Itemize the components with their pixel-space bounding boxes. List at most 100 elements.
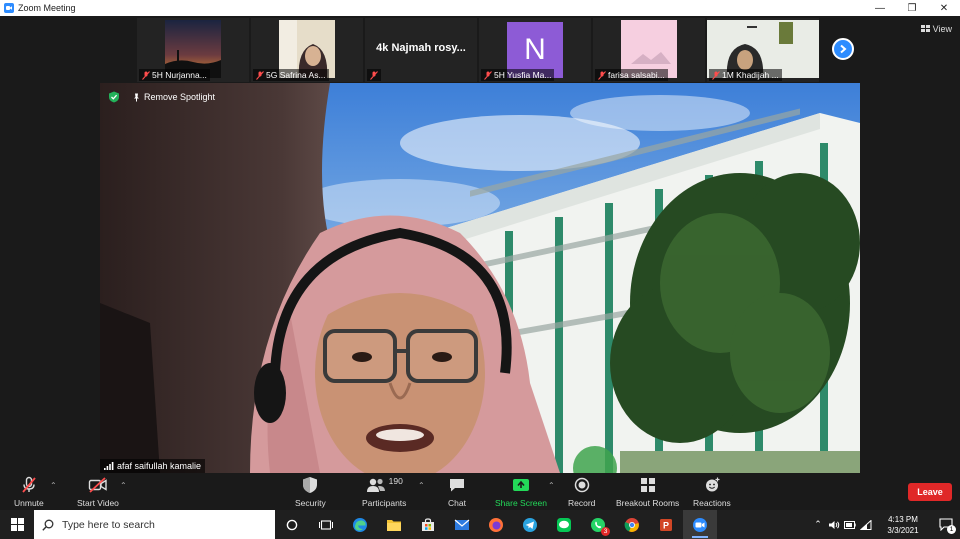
participant-name: 5G Safrina As... <box>266 70 326 80</box>
participant-thumbnail[interactable]: 5H Nurjanna... <box>137 18 249 82</box>
participant-thumbnail[interactable]: 5G Safrina As... <box>251 18 363 82</box>
leave-button[interactable]: Leave <box>908 483 952 501</box>
start-button[interactable] <box>0 510 34 539</box>
start-video-label: Start Video <box>77 498 119 508</box>
taskbar-firefox[interactable] <box>479 510 513 539</box>
reactions-label: Reactions <box>693 498 731 508</box>
remove-spotlight-button[interactable]: Remove Spotlight <box>132 92 215 102</box>
shield-icon <box>303 477 318 493</box>
taskbar-mail[interactable] <box>445 510 479 539</box>
audio-options-caret-icon[interactable]: ⌃ <box>50 481 57 490</box>
participant-display-name: 4k Najmah rosy... <box>376 42 466 54</box>
participant-thumbnail[interactable]: N 5H Yusfia Ma... <box>479 18 591 82</box>
wifi-icon[interactable] <box>858 510 874 539</box>
search-icon <box>42 519 54 531</box>
taskbar-powerpoint[interactable]: P <box>649 510 683 539</box>
breakout-rooms-button[interactable]: Breakout Rooms <box>616 475 679 508</box>
powerpoint-icon: P <box>660 518 672 531</box>
cortana-button[interactable] <box>275 510 309 539</box>
chat-button[interactable]: Chat <box>448 475 466 508</box>
participants-button[interactable]: 190 Participants <box>362 475 406 508</box>
security-button[interactable]: Security <box>295 475 326 508</box>
record-label: Record <box>568 498 596 508</box>
view-button[interactable]: View <box>920 24 952 34</box>
minimize-icon[interactable]: — <box>864 0 896 16</box>
edge-browser-icon <box>353 517 367 532</box>
mic-muted-icon <box>712 70 720 80</box>
participant-name: farisa salsabi... <box>608 70 665 80</box>
participant-thumbnail[interactable]: 4k Najmah rosy... <box>365 18 477 82</box>
cortana-circle-icon <box>286 519 298 530</box>
share-screen-button[interactable]: Share Screen <box>495 475 547 508</box>
share-screen-label: Share Screen <box>495 498 547 508</box>
chevron-right-icon <box>840 44 847 54</box>
zoom-app: Zoom Meeting — ❐ ✕ 5H Nurjanna... 5G Saf… <box>0 0 960 539</box>
show-hidden-icons-chevron-icon[interactable]: ⌃ <box>810 510 826 539</box>
taskbar-search[interactable] <box>34 510 275 539</box>
taskbar-chrome[interactable] <box>615 510 649 539</box>
notification-count: 1 <box>947 525 956 534</box>
close-icon[interactable]: ✕ <box>928 0 960 16</box>
search-input[interactable] <box>62 518 262 531</box>
restore-icon[interactable]: ❐ <box>896 0 928 16</box>
windows-logo-icon <box>10 518 24 531</box>
volume-icon[interactable] <box>826 510 842 539</box>
reactions-button[interactable]: Reactions <box>693 475 731 508</box>
clock-time: 4:13 PM <box>888 514 918 524</box>
zoom-app-icon <box>693 517 707 532</box>
taskbar-line[interactable] <box>547 510 581 539</box>
record-button[interactable]: Record <box>568 475 595 508</box>
taskbar-whatsapp[interactable]: 3 <box>581 510 615 539</box>
chat-label: Chat <box>448 498 466 508</box>
chat-icon <box>450 479 464 492</box>
meeting-area: 5H Nurjanna... 5G Safrina As... 4k Najma… <box>0 16 960 473</box>
mic-muted-icon <box>22 476 36 493</box>
reactions-smiley-icon <box>705 477 720 492</box>
share-options-caret-icon[interactable]: ⌃ <box>548 481 555 490</box>
speaker-video-frame <box>100 83 860 473</box>
security-label: Security <box>295 498 326 508</box>
mic-muted-icon <box>142 70 150 80</box>
participant-thumbnail[interactable]: farisa salsabi... <box>593 18 705 82</box>
next-page-button[interactable] <box>832 38 854 60</box>
action-center-button[interactable]: 1 <box>932 510 960 539</box>
taskbar-clock[interactable]: 4:13 PM 3/3/2021 <box>874 514 932 536</box>
firefox-icon <box>489 517 503 532</box>
taskbar-store[interactable] <box>411 510 445 539</box>
line-app-icon <box>557 517 571 532</box>
participants-label: Participants <box>362 498 407 508</box>
participant-name: 5H Yusfia Ma... <box>494 70 552 80</box>
breakout-rooms-icon <box>640 478 655 492</box>
speaker-name-tag: afaf saifullah kamalie <box>100 459 206 473</box>
taskbar-zoom[interactable] <box>683 510 717 539</box>
chrome-icon <box>624 517 639 532</box>
signal-bars-icon <box>104 462 114 470</box>
spotlight-video[interactable]: Remove Spotlight afaf saifullah kamalie <box>100 83 860 473</box>
view-label: View <box>932 24 952 34</box>
task-view-button[interactable] <box>309 510 343 539</box>
mic-muted-icon <box>484 70 492 80</box>
taskbar-file-explorer[interactable] <box>377 510 411 539</box>
breakout-rooms-label: Breakout Rooms <box>616 498 680 508</box>
store-bag-icon <box>422 517 434 531</box>
mic-muted-icon <box>370 70 378 80</box>
svg-text:P: P <box>663 520 669 530</box>
zoom-logo-icon <box>4 3 14 13</box>
title-bar: Zoom Meeting — ❐ ✕ <box>0 0 960 16</box>
participants-options-caret-icon[interactable]: ⌃ <box>418 481 425 490</box>
taskbar-telegram[interactable] <box>513 510 547 539</box>
system-tray: ⌃ 4:13 PM 3/3/2021 1 <box>810 510 960 539</box>
mic-muted-icon <box>598 70 606 80</box>
start-video-button[interactable]: Start Video <box>77 475 119 508</box>
remove-spotlight-label: Remove Spotlight <box>144 92 216 102</box>
video-options-caret-icon[interactable]: ⌃ <box>120 481 127 490</box>
mail-icon <box>454 519 470 530</box>
taskbar-edge[interactable] <box>343 510 377 539</box>
participant-thumbnail[interactable]: 1M Khadijah ... <box>707 18 819 82</box>
battery-icon[interactable] <box>842 510 858 539</box>
windows-taskbar: 3 P ⌃ 4:13 PM 3/3/2021 <box>0 510 960 539</box>
participant-name: 1M Khadijah ... <box>722 70 779 80</box>
whatsapp-unread-badge: 3 <box>601 527 610 536</box>
meeting-toolbar: Unmute ⌃ Start Video ⌃ Security 190 Part… <box>0 473 960 510</box>
unmute-button[interactable]: Unmute <box>14 475 44 508</box>
